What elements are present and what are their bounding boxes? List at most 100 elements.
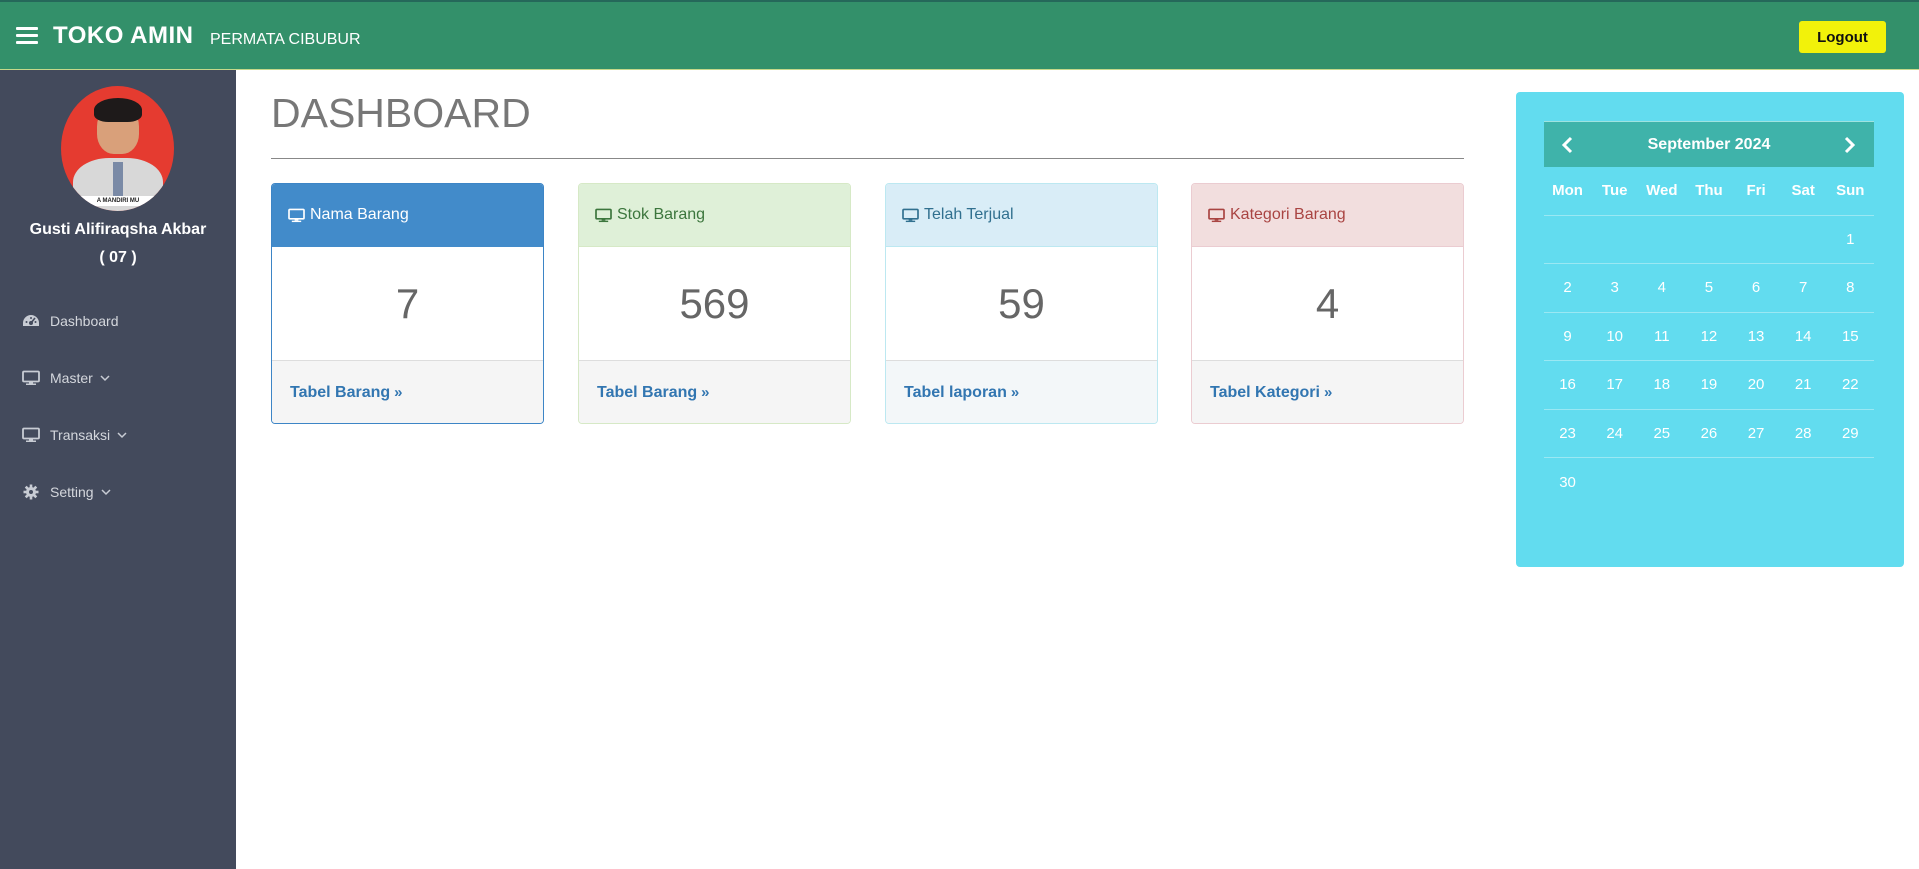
- calendar-day[interactable]: 22: [1827, 361, 1874, 409]
- card-value: 4: [1315, 279, 1340, 327]
- user-name: Gusti Alifiraqsha Akbar: [29, 221, 207, 238]
- calendar-day[interactable]: 10: [1591, 313, 1638, 361]
- card-link-tabel-barang[interactable]: Tabel Barang»: [272, 360, 543, 423]
- logout-button[interactable]: Logout: [1799, 21, 1886, 53]
- calendar-day[interactable]: 2: [1544, 264, 1591, 312]
- sidebar-item-label: Master: [50, 370, 93, 386]
- calendar-empty-cell: [1780, 216, 1827, 264]
- calendar-empty-cell: [1733, 216, 1780, 264]
- calendar-day[interactable]: 25: [1638, 410, 1685, 458]
- chevron-down-icon: [101, 489, 111, 496]
- desktop-icon: [902, 208, 919, 222]
- card-header: Kategori Barang: [1192, 184, 1463, 247]
- weekday-label: Sun: [1836, 182, 1865, 200]
- card-link-label: Tabel Barang: [290, 383, 391, 401]
- calendar-header: September 2024: [1544, 121, 1874, 167]
- calendar-day[interactable]: 9: [1544, 313, 1591, 361]
- calendar-day[interactable]: 4: [1638, 264, 1685, 312]
- desktop-icon: [595, 208, 612, 222]
- calendar-day[interactable]: 20: [1733, 361, 1780, 409]
- sidebar-item-master[interactable]: Master: [22, 367, 111, 389]
- calendar-day[interactable]: 3: [1591, 264, 1638, 312]
- card-link-label: Tabel laporan: [904, 383, 1007, 401]
- card-value: 7: [395, 279, 420, 327]
- card-header: Stok Barang: [579, 184, 850, 247]
- card-link-label: Tabel Kategori: [1210, 383, 1320, 401]
- sidebar-item-setting[interactable]: Setting: [22, 481, 112, 503]
- calendar-day[interactable]: 30: [1544, 458, 1591, 507]
- calendar-week-row: 30: [1544, 458, 1874, 507]
- calendar-empty-cell: [1827, 458, 1874, 507]
- calendar-day[interactable]: 5: [1685, 264, 1732, 312]
- card-stok-barang: Stok Barang 569 Tabel Barang»: [578, 183, 851, 424]
- gear-icon: [23, 484, 39, 500]
- calendar-day[interactable]: 12: [1685, 313, 1732, 361]
- calendar-month-label: September 2024: [1647, 136, 1771, 153]
- calendar-week-row: 1: [1544, 216, 1874, 264]
- weekday-label: Sat: [1791, 182, 1815, 200]
- card-kategori-barang: Kategori Barang 4 Tabel Kategori»: [1191, 183, 1464, 424]
- calendar-empty-cell: [1685, 216, 1732, 264]
- page-title: DASHBOARD: [271, 90, 531, 136]
- calendar-day[interactable]: 24: [1591, 410, 1638, 458]
- calendar-day[interactable]: 11: [1638, 313, 1685, 361]
- double-chevron-right-icon: »: [1323, 384, 1333, 401]
- menu-toggle-icon[interactable]: [16, 27, 38, 45]
- calendar-empty-cell: [1638, 216, 1685, 264]
- card-link-tabel-laporan[interactable]: Tabel laporan»: [886, 360, 1157, 423]
- title-divider: [271, 158, 1464, 159]
- calendar-day[interactable]: 1: [1827, 216, 1874, 264]
- calendar-day[interactable]: 16: [1544, 361, 1591, 409]
- double-chevron-right-icon: »: [1010, 384, 1020, 401]
- card-link-tabel-barang[interactable]: Tabel Barang»: [579, 360, 850, 423]
- calendar-day[interactable]: 15: [1827, 313, 1874, 361]
- card-header: Telah Terjual: [886, 184, 1157, 247]
- sidebar-item-label: Dashboard: [50, 313, 119, 329]
- double-chevron-right-icon: »: [701, 384, 710, 401]
- dashboard-icon: [23, 315, 39, 326]
- card-nama-barang: Nama Barang 7 Tabel Barang»: [271, 183, 544, 424]
- calendar-day[interactable]: 21: [1780, 361, 1827, 409]
- desktop-icon: [22, 427, 40, 442]
- calendar-day[interactable]: 6: [1733, 264, 1780, 312]
- calendar-day[interactable]: 26: [1685, 410, 1732, 458]
- calendar-day[interactable]: 28: [1780, 410, 1827, 458]
- weekday-label: Thu: [1695, 182, 1723, 200]
- brand-subtitle: PERMATA CIBUBUR: [210, 31, 361, 48]
- card-header: Nama Barang: [272, 184, 543, 247]
- card-value: 569: [679, 279, 750, 327]
- calendar-empty-cell: [1591, 216, 1638, 264]
- chevron-down-icon: [117, 432, 127, 439]
- calendar-empty-cell: [1638, 458, 1685, 507]
- sidebar-item-label: Transaksi: [50, 427, 111, 443]
- weekday-label: Mon: [1552, 182, 1583, 200]
- calendar-day[interactable]: 17: [1591, 361, 1638, 409]
- calendar-day[interactable]: 7: [1780, 264, 1827, 312]
- calendar-empty-cell: [1591, 458, 1638, 507]
- brand-title[interactable]: TOKO AMIN: [53, 22, 194, 50]
- avatar-badge-text: A MANDIRI MU: [69, 196, 167, 206]
- card-title: Nama Barang: [310, 206, 409, 223]
- desktop-icon: [22, 370, 40, 385]
- calendar-day[interactable]: 13: [1733, 313, 1780, 361]
- chevron-right-icon[interactable]: [1841, 136, 1857, 154]
- card-link-label: Tabel Barang: [597, 383, 698, 401]
- calendar-day[interactable]: 23: [1544, 410, 1591, 458]
- avatar: A MANDIRI MU: [61, 86, 174, 211]
- sidebar-item-transaksi[interactable]: Transaksi: [22, 424, 128, 446]
- calendar-day[interactable]: 19: [1685, 361, 1732, 409]
- chevron-left-icon[interactable]: [1560, 136, 1576, 154]
- sidebar-item-dashboard[interactable]: Dashboard: [22, 310, 119, 332]
- calendar-day[interactable]: 8: [1827, 264, 1874, 312]
- calendar-day[interactable]: 27: [1733, 410, 1780, 458]
- calendar-week-row: 2345678: [1544, 264, 1874, 313]
- card-link-tabel-kategori[interactable]: Tabel Kategori»: [1192, 360, 1463, 423]
- calendar-day[interactable]: 29: [1827, 410, 1874, 458]
- chevron-down-icon: [100, 375, 110, 382]
- calendar-empty-cell: [1733, 458, 1780, 507]
- calendar-day[interactable]: 18: [1638, 361, 1685, 409]
- desktop-icon: [288, 208, 305, 222]
- sidebar: A MANDIRI MU Gusti Alifiraqsha Akbar ( 0…: [0, 70, 236, 869]
- card-title: Stok Barang: [617, 206, 706, 223]
- calendar-day[interactable]: 14: [1780, 313, 1827, 361]
